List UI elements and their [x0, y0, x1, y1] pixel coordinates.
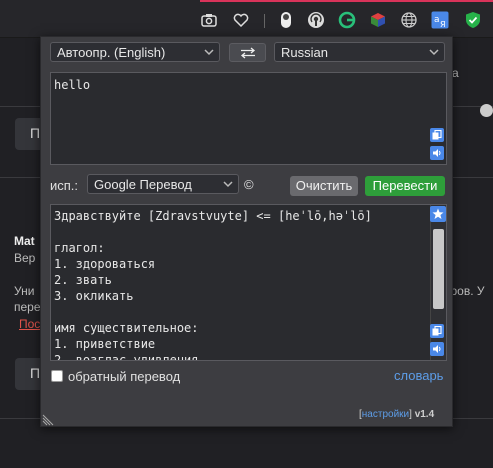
result-line: глагол:: [54, 241, 105, 255]
result-line: имя существительное:: [54, 321, 199, 335]
source-text-value: hello: [54, 78, 91, 92]
result-line: 1. приветствие: [54, 337, 156, 351]
swap-languages-button[interactable]: [229, 43, 266, 62]
browser-toolbar: aЯ: [0, 0, 493, 38]
engine-label: исп.:: [50, 178, 79, 193]
engine-value: Google Перевод: [94, 177, 192, 192]
target-language-value: Russian: [281, 45, 328, 60]
toolbar-separator: [264, 14, 265, 28]
background-text: пере: [14, 300, 41, 314]
background-heading: Mat: [14, 234, 35, 248]
result-line: 3. окликать: [54, 289, 134, 303]
speaker-icon[interactable]: [430, 342, 444, 356]
source-language-select[interactable]: Автоопр. (English): [50, 42, 220, 62]
podcast-icon[interactable]: [307, 11, 325, 29]
svg-text:Я: Я: [440, 20, 446, 29]
chevron-down-icon: [204, 49, 214, 56]
toggle-icon[interactable]: [277, 11, 295, 29]
translation-result-text: Здравствуйте [Zdravstvuyte] <= [heˈlō,hə…: [54, 208, 372, 361]
background-text: а: [452, 66, 459, 80]
translate-extension-icon[interactable]: aЯ: [431, 11, 449, 29]
clear-button[interactable]: Очистить: [290, 176, 358, 196]
translator-popup: Автоопр. (English) Russian hello исп.: G…: [40, 36, 453, 427]
translation-result[interactable]: Здравствуйте [Zdravstvuyte] <= [heˈlō,hə…: [50, 204, 447, 361]
settings-link[interactable]: настройки: [362, 409, 409, 420]
popup-footer: [настройки] v1.4: [359, 409, 434, 420]
scrollbar-thumb[interactable]: [433, 229, 444, 309]
swap-arrows-icon: [240, 47, 255, 58]
version-label: v1.4: [414, 409, 435, 420]
target-language-select[interactable]: Russian: [274, 42, 445, 62]
result-line: [54, 304, 372, 320]
speaker-icon[interactable]: [430, 146, 444, 160]
globe-icon[interactable]: [400, 11, 418, 29]
camera-icon[interactable]: [200, 11, 218, 29]
footer-bracket-close: ]: [409, 409, 412, 420]
svg-text:a: a: [434, 15, 440, 25]
translate-button[interactable]: Перевести: [365, 176, 445, 196]
background-link[interactable]: Пос: [19, 317, 40, 331]
chevron-down-icon: [429, 49, 439, 56]
background-text: Уни: [14, 284, 35, 298]
reverse-translation-label[interactable]: обратный перевод: [68, 369, 180, 384]
heart-icon[interactable]: [232, 11, 250, 29]
copyright-icon[interactable]: ©: [244, 177, 254, 192]
copy-icon[interactable]: [430, 324, 444, 338]
dictionary-link[interactable]: словарь: [394, 368, 443, 383]
background-radio[interactable]: [480, 104, 493, 117]
result-line: 2. звать: [54, 273, 112, 287]
engine-select[interactable]: Google Перевод: [87, 174, 239, 194]
source-language-value: Автоопр. (English): [57, 45, 166, 60]
cube-extension-icon[interactable]: [369, 11, 387, 29]
chevron-down-icon: [223, 181, 233, 188]
resize-grip-icon[interactable]: [42, 412, 56, 426]
result-line: 2. возглас удивления: [54, 353, 199, 361]
result-line: Здравствуйте [Zdravstvuyte] <= [heˈlō,hə…: [54, 209, 372, 223]
green-circle-extension-icon[interactable]: [338, 11, 356, 29]
star-icon[interactable]: [430, 206, 446, 222]
toolbar-accent-bar: [200, 0, 493, 2]
reverse-translation-checkbox[interactable]: [51, 370, 63, 382]
shield-extension-icon[interactable]: [464, 11, 482, 29]
result-line: [54, 224, 372, 240]
copy-icon[interactable]: [430, 128, 444, 142]
background-text: Вер: [14, 251, 36, 265]
result-line: 1. здороваться: [54, 257, 156, 271]
source-text-input[interactable]: hello: [50, 72, 447, 165]
